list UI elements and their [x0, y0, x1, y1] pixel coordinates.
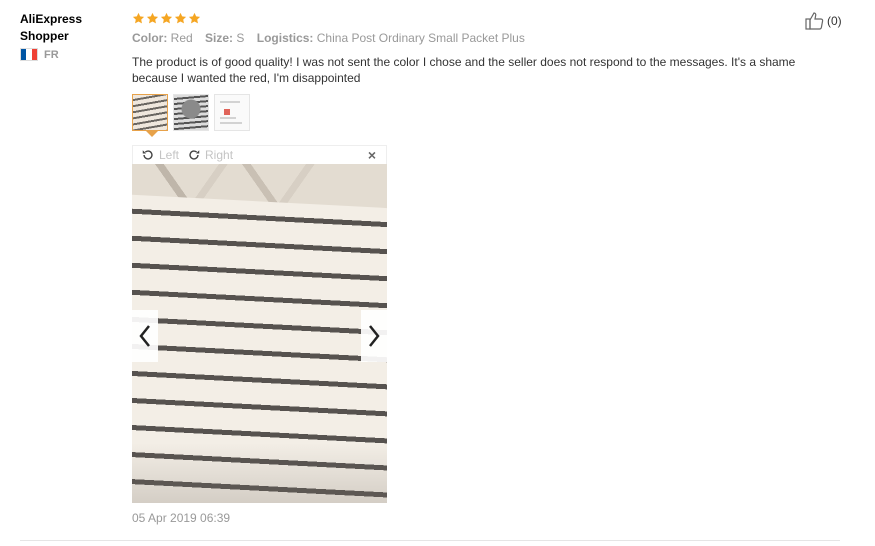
- previous-photo-button[interactable]: [132, 310, 158, 362]
- star-icon: [160, 12, 173, 23]
- helpful-count: (0): [827, 13, 842, 28]
- helpful-button[interactable]: (0): [805, 11, 842, 30]
- attribute-key: Logistics:: [256, 31, 314, 45]
- chevron-right-icon: [369, 325, 380, 347]
- chevron-left-icon: [139, 325, 150, 347]
- photo-thumbnail[interactable]: [173, 94, 209, 131]
- product-attributes: Color: Red Size: S Logistics: China Post…: [132, 30, 832, 46]
- rotate-left-icon: [142, 150, 153, 160]
- close-viewer-button[interactable]: ×: [368, 147, 376, 163]
- attribute-logistics: Logistics: China Post Ordinary Small Pac…: [257, 31, 525, 45]
- attribute-size: Size: S: [205, 31, 248, 45]
- rotate-left-button[interactable]: Left: [141, 148, 179, 162]
- review-body: Color: Red Size: S Logistics: China Post…: [132, 11, 832, 86]
- review-divider: [20, 540, 840, 541]
- review-text: The product is of good quality! I was no…: [132, 55, 796, 85]
- reviewer-info: AliExpress Shopper FR: [20, 11, 120, 61]
- rotate-right-label: Right: [205, 148, 234, 162]
- attribute-key: Color:: [132, 31, 168, 45]
- country-code: FR: [44, 48, 59, 61]
- review-photo-thumbnails: [132, 94, 250, 131]
- rotate-right-icon: [189, 150, 200, 160]
- photo-viewer: Left Right ×: [132, 145, 387, 503]
- rotate-left-label: Left: [159, 148, 180, 162]
- attribute-value: S: [236, 31, 245, 45]
- attribute-color: Color: Red: [132, 31, 196, 45]
- viewer-toolbar: Left Right ×: [132, 145, 387, 164]
- thumbs-up-icon: [805, 12, 824, 30]
- reviewer-country: FR: [20, 48, 120, 61]
- attribute-value: Red: [170, 31, 193, 45]
- next-photo-button[interactable]: [361, 310, 387, 362]
- review-photo-large: [132, 164, 387, 503]
- photo-thumbnail[interactable]: [214, 94, 250, 131]
- photo-thumbnail-active[interactable]: [132, 94, 168, 131]
- star-rating: [132, 11, 832, 25]
- star-icon: [188, 12, 201, 23]
- star-icon: [146, 12, 159, 23]
- attribute-key: Size:: [205, 31, 234, 45]
- active-thumbnail-caret: [146, 131, 158, 137]
- rotate-right-button[interactable]: Right: [187, 148, 233, 162]
- star-icon: [174, 12, 187, 23]
- reviewer-name: AliExpress Shopper: [20, 12, 83, 43]
- star-icon: [132, 12, 145, 23]
- photo-shadow: [132, 443, 387, 503]
- attribute-value: China Post Ordinary Small Packet Plus: [316, 31, 525, 45]
- france-flag-icon: [20, 48, 38, 61]
- review-date: 05 Apr 2019 06:39: [132, 511, 231, 525]
